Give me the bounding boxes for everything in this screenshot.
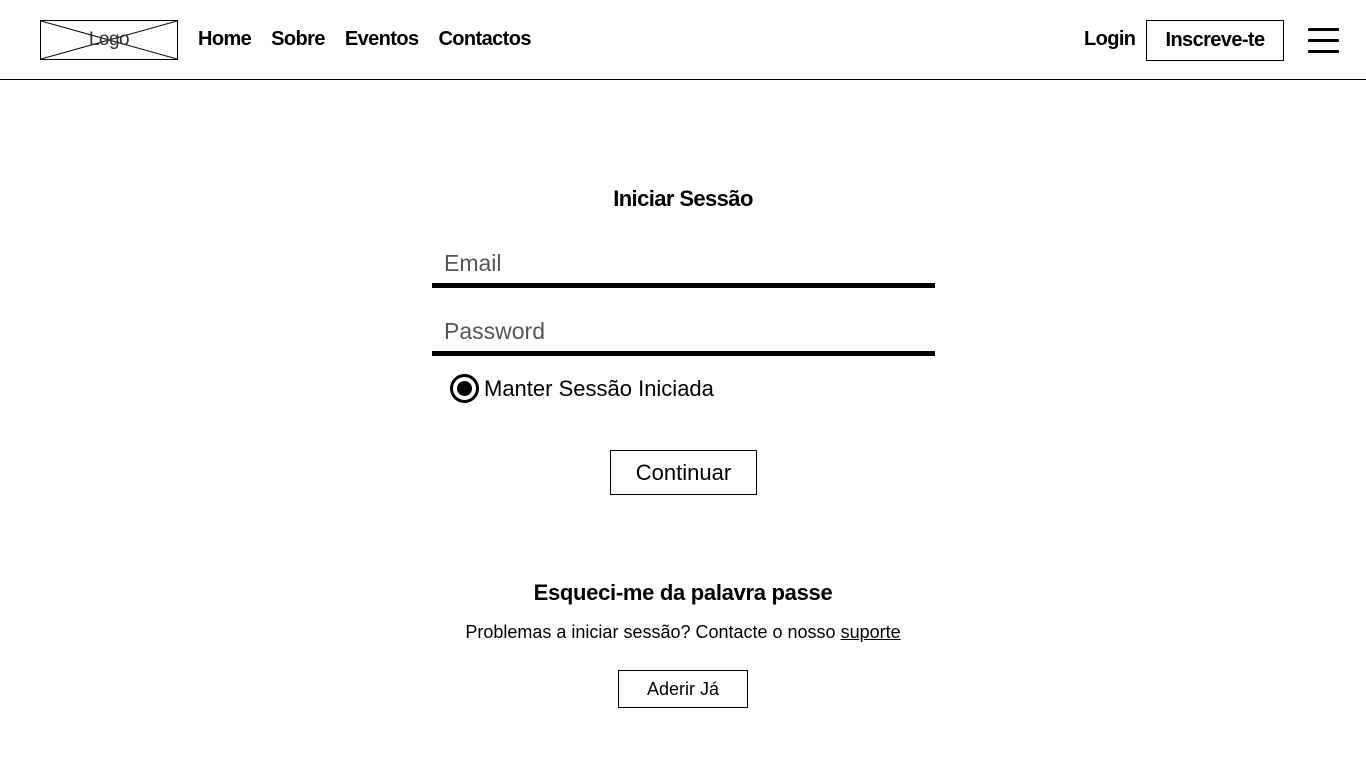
continue-button[interactable]: Continuar [610,450,757,495]
signup-button[interactable]: Inscreve-te [1146,20,1284,61]
logo-text: Logo [88,29,130,50]
nav-contactos-link[interactable]: Contactos [438,28,531,51]
login-link[interactable]: Login [1084,28,1136,51]
support-text: Problemas a iniciar sessão? Contacte o n… [0,622,1366,643]
top-header: Logo Home Sobre Eventos Contactos Login … [0,0,1366,80]
join-now-button[interactable]: Aderir Já [618,670,748,708]
logo[interactable]: Logo [40,20,178,60]
forgot-password-heading: Esqueci-me da palavra passe [533,580,833,605]
nav-sobre-link[interactable]: Sobre [271,28,325,51]
nav-eventos-link[interactable]: Eventos [345,28,419,51]
login-title: Iniciar Sessão [613,186,753,211]
main-nav: Home Sobre Eventos Contactos [198,28,531,51]
remember-me-label: Manter Sessão Iniciada [484,375,714,401]
nav-home-link[interactable]: Home [198,28,252,51]
support-message: Problemas a iniciar sessão? Contacte o n… [465,622,841,642]
password-field[interactable] [432,312,935,356]
email-field[interactable] [432,244,935,288]
support-link[interactable]: suporte [841,622,901,642]
remember-me-option[interactable]: Manter Sessão Iniciada [450,374,714,403]
remember-me-radio[interactable] [450,374,479,403]
hamburger-menu-icon[interactable] [1308,28,1339,54]
